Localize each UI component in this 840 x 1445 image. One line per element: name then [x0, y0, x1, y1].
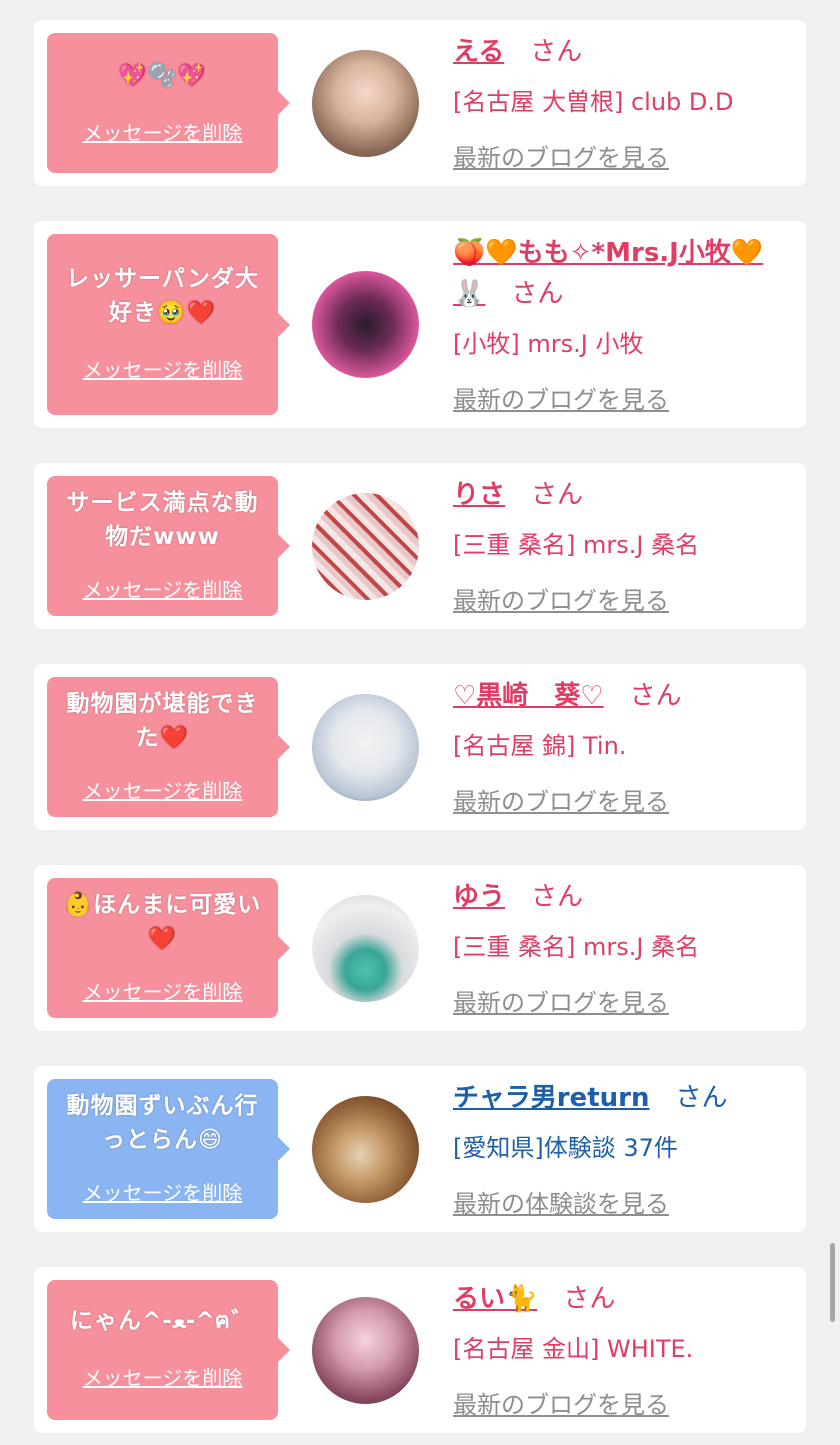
cast-name-link[interactable]: るい🐈	[453, 1284, 537, 1314]
latest-blog-link[interactable]: 最新のブログを見る	[453, 782, 669, 817]
cast-name-link[interactable]: える	[453, 37, 504, 67]
avatar[interactable]	[312, 895, 419, 1002]
delete-message-link[interactable]: メッセージを削除	[47, 1177, 278, 1206]
avatar[interactable]	[312, 1297, 419, 1404]
honorific: さん	[531, 480, 584, 510]
avatar[interactable]	[312, 50, 419, 157]
cast-name-link[interactable]: 🍑🧡もも✧*Mrs.J小牧🧡🐰	[453, 238, 763, 309]
message-card: 動物園が堪能できた❤️ メッセージを削除 ♡黒崎 葵♡ さん [名古屋 錦] Ti…	[34, 664, 806, 830]
latest-blog-link[interactable]: 最新のブログを見る	[453, 138, 669, 173]
message-card: レッサーパンダ大好き🥹❤️ メッセージを削除 🍑🧡もも✧*Mrs.J小牧🧡🐰 さん…	[34, 221, 806, 428]
cast-name-link[interactable]: チャラ男return	[453, 1083, 649, 1113]
message-text: レッサーパンダ大好き🥹❤️	[66, 266, 259, 326]
message-bubble: 👶ほんまに可愛い❤️ メッセージを削除	[47, 878, 290, 1018]
honorific: さん	[675, 1083, 728, 1113]
cast-name-link[interactable]: りさ	[453, 480, 505, 510]
shop-info: [小牧] mrs.J 小牧	[453, 330, 644, 358]
name-line: るい🐈 さん	[453, 1279, 793, 1320]
message-bubble: 💖🫧💖 メッセージを削除	[47, 33, 290, 173]
honorific: さん	[530, 37, 583, 67]
cast-name-link[interactable]: ♡黒崎 葵♡	[453, 681, 604, 711]
name-line: りさ さん	[453, 475, 793, 516]
avatar[interactable]	[312, 1096, 419, 1203]
latest-blog-link[interactable]: 最新のブログを見る	[453, 1385, 669, 1420]
message-bubble: にゃん^-ﻌ-^ฅ゛ メッセージを削除	[47, 1280, 290, 1420]
latest-blog-link[interactable]: 最新のブログを見る	[453, 983, 669, 1018]
shop-info: [愛知県]体験談 37件	[453, 1134, 678, 1162]
message-card: サービス満点な動物だwww メッセージを削除 りさ さん [三重 桑名] mrs.…	[34, 463, 806, 629]
delete-message-link[interactable]: メッセージを削除	[47, 775, 278, 804]
honorific: さん	[531, 882, 584, 912]
shop-info: [三重 桑名] mrs.J 桑名	[453, 933, 700, 961]
message-text: 👶ほんまに可愛い❤️	[63, 892, 262, 952]
message-text: サービス満点な動物だwww	[66, 490, 259, 550]
latest-review-link[interactable]: 最新の体験談を見る	[453, 1184, 669, 1219]
message-bubble: 動物園が堪能できた❤️ メッセージを削除	[47, 677, 290, 817]
cast-name-link[interactable]: ゆう	[453, 882, 505, 912]
honorific: さん	[563, 1284, 616, 1314]
shop-info: [名古屋 錦] Tin.	[453, 732, 627, 760]
name-line: ♡黒崎 葵♡ さん	[453, 676, 793, 717]
name-line: チャラ男return さん	[453, 1078, 793, 1119]
latest-blog-link[interactable]: 最新のブログを見る	[453, 581, 669, 616]
avatar[interactable]	[312, 271, 419, 378]
delete-message-link[interactable]: メッセージを削除	[47, 354, 278, 383]
message-bubble: サービス満点な動物だwww メッセージを削除	[47, 476, 290, 616]
message-text: にゃん^-ﻌ-^ฅ゛	[69, 1308, 255, 1334]
message-text: 動物園ずいぶん行っとらん😄	[66, 1093, 259, 1153]
delete-message-link[interactable]: メッセージを削除	[47, 117, 278, 146]
delete-message-link[interactable]: メッセージを削除	[47, 1362, 278, 1391]
shop-info: [名古屋 金山] WHITE.	[453, 1335, 694, 1363]
shop-info: [三重 桑名] mrs.J 桑名	[453, 531, 700, 559]
message-card: 💖🫧💖 メッセージを削除 える さん [名古屋 大曽根] club D.D 最新の…	[34, 20, 806, 186]
honorific: さん	[629, 681, 682, 711]
message-card: にゃん^-ﻌ-^ฅ゛ メッセージを削除 るい🐈 さん [名古屋 金山] WHITE…	[34, 1267, 806, 1433]
latest-blog-link[interactable]: 最新のブログを見る	[453, 380, 669, 415]
name-line: える さん	[453, 32, 793, 73]
shop-info: [名古屋 大曽根] club D.D	[453, 88, 734, 116]
honorific: さん	[511, 279, 564, 309]
message-card: 動物園ずいぶん行っとらん😄 メッセージを削除 チャラ男return さん [愛知県…	[34, 1066, 806, 1232]
message-text: 💖🫧💖	[118, 63, 207, 89]
scrollbar[interactable]	[830, 1243, 835, 1322]
delete-message-link[interactable]: メッセージを削除	[47, 976, 278, 1005]
message-text: 動物園が堪能できた❤️	[66, 691, 259, 751]
message-bubble: レッサーパンダ大好き🥹❤️ メッセージを削除	[47, 234, 290, 415]
avatar[interactable]	[312, 694, 419, 801]
delete-message-link[interactable]: メッセージを削除	[47, 574, 278, 603]
message-bubble: 動物園ずいぶん行っとらん😄 メッセージを削除	[47, 1079, 290, 1219]
avatar[interactable]	[312, 493, 419, 600]
message-card: 👶ほんまに可愛い❤️ メッセージを削除 ゆう さん [三重 桑名] mrs.J 桑…	[34, 865, 806, 1031]
name-line: 🍑🧡もも✧*Mrs.J小牧🧡🐰 さん	[453, 233, 793, 315]
name-line: ゆう さん	[453, 877, 793, 918]
